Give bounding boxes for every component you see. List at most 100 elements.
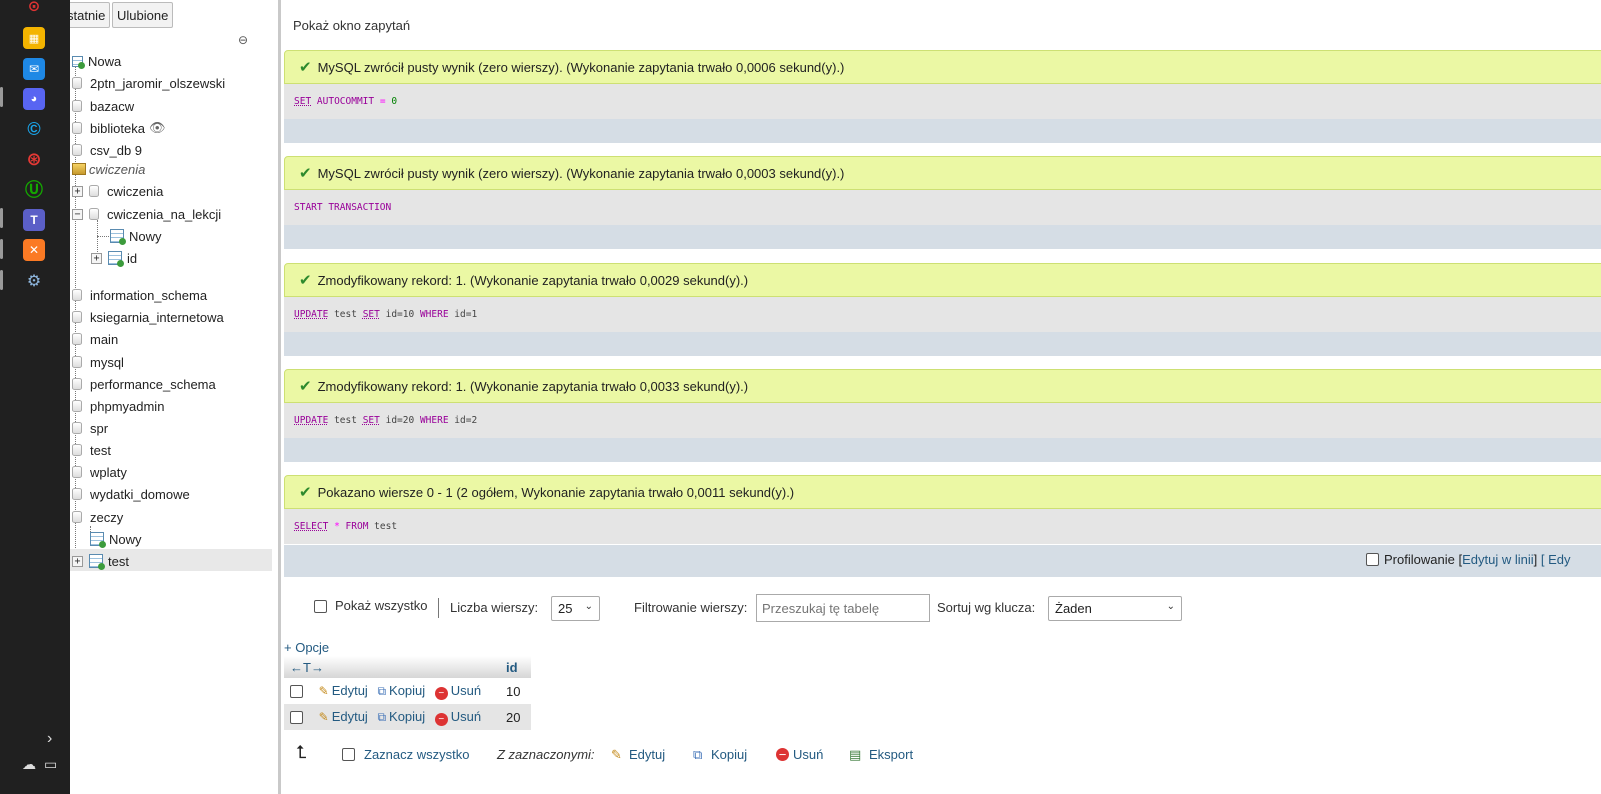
- column-header-id[interactable]: id: [500, 656, 531, 678]
- tree-item-database[interactable]: test: [72, 440, 111, 460]
- tree-item-database[interactable]: ksiegarnia_internetowa: [72, 307, 224, 327]
- edit-link[interactable]: [ Edy: [1541, 552, 1571, 567]
- chevron-right-icon[interactable]: ›: [47, 730, 52, 748]
- tree-item-table[interactable]: + id: [91, 248, 137, 268]
- app-red-circle-icon[interactable]: ⊙: [23, 0, 45, 17]
- tree-item-database[interactable]: zeczy: [72, 507, 123, 527]
- tree-item-database[interactable]: mysql: [72, 352, 124, 372]
- tree-item-new-table[interactable]: Nowy: [110, 226, 162, 246]
- options-link[interactable]: + Opcje: [284, 640, 329, 655]
- settings-red-icon[interactable]: ⊛: [23, 148, 45, 170]
- tree-item-database[interactable]: 2ptn_jaromir_olszewski: [72, 73, 225, 93]
- table-icon: [108, 251, 124, 267]
- tree-item-database[interactable]: csv_db 9: [72, 140, 142, 160]
- steam-icon[interactable]: ⚙: [23, 270, 45, 292]
- bulk-copy-link[interactable]: Kopiuj: [711, 747, 747, 762]
- expand-icon[interactable]: +: [72, 185, 83, 197]
- copy-icon[interactable]: ⧉: [693, 747, 702, 763]
- sql-keyword[interactable]: SET: [363, 415, 380, 426]
- tree-item-database[interactable]: biblioteka 👁: [72, 118, 165, 138]
- query-result: ✔ Zmodyfikowany rekord: 1. (Wykonanie za…: [284, 369, 1601, 462]
- show-query-window-link[interactable]: Pokaż okno zapytań: [293, 18, 410, 33]
- copy-icon[interactable]: ⧉: [377, 710, 386, 725]
- sql-keyword[interactable]: SET: [294, 96, 311, 107]
- tree-item-database[interactable]: wydatki_domowe: [72, 484, 190, 504]
- show-all-checkbox[interactable]: [314, 600, 327, 613]
- tree-item-database[interactable]: spr: [72, 418, 108, 438]
- export-icon[interactable]: ▤: [849, 747, 861, 763]
- upwork-icon[interactable]: Ⓤ: [23, 178, 45, 200]
- cell-id[interactable]: 20: [500, 704, 531, 730]
- pencil-icon[interactable]: ✎: [319, 710, 329, 724]
- delete-link[interactable]: Usuń: [451, 709, 481, 724]
- tree-item-table-selected[interactable]: + test: [72, 551, 129, 571]
- tree-item-new[interactable]: Nowa: [72, 51, 121, 71]
- eye-icon[interactable]: 👁: [149, 120, 166, 136]
- ccleaner-icon[interactable]: ©: [23, 118, 45, 140]
- expand-icon[interactable]: +: [72, 555, 83, 567]
- sql-keyword[interactable]: SELECT: [294, 521, 328, 532]
- link-with-main-icon[interactable]: ⊖: [238, 33, 254, 47]
- tab-favorites[interactable]: Ulubione: [112, 2, 174, 28]
- sql-query[interactable]: SET AUTOCOMMIT = 0: [284, 84, 1601, 119]
- profiling-label[interactable]: Profilowanie: [1384, 552, 1455, 567]
- database-icon: [72, 356, 82, 368]
- tree-item-database[interactable]: main: [72, 329, 118, 349]
- tree-item-database[interactable]: information_schema: [72, 285, 207, 305]
- copy-icon[interactable]: ⧉: [377, 684, 386, 699]
- column-arrows[interactable]: ←T→: [290, 660, 324, 675]
- expand-icon[interactable]: +: [91, 252, 102, 264]
- success-message: ✔ MySQL zwrócił pusty wynik (zero wiersz…: [284, 50, 1601, 84]
- profiling-checkbox[interactable]: [1366, 553, 1379, 566]
- collapse-icon[interactable]: −: [72, 208, 83, 220]
- pencil-icon[interactable]: ✎: [319, 684, 329, 698]
- tab-recent[interactable]: statnie: [70, 2, 111, 28]
- rows-select[interactable]: 25 ⌄: [551, 596, 600, 621]
- filter-input[interactable]: Przeszukaj tę tabelę: [756, 594, 930, 622]
- sort-select[interactable]: Żaden ⌄: [1048, 596, 1182, 621]
- sql-query[interactable]: UPDATE test SET id=20 WHERE id=2: [284, 403, 1601, 438]
- delete-link[interactable]: Usuń: [451, 683, 481, 698]
- bulk-export-link[interactable]: Eksport: [869, 747, 913, 762]
- edit-link[interactable]: Edytuj: [332, 709, 368, 724]
- tree-item-database[interactable]: performance_schema: [72, 374, 216, 394]
- network-error-icon[interactable]: ☁: [22, 756, 36, 773]
- edit-inline-link[interactable]: Edytuj w linii: [1462, 552, 1534, 567]
- store-icon[interactable]: ▦: [23, 27, 45, 49]
- tree-item-database[interactable]: bazacw: [72, 96, 134, 116]
- delete-icon[interactable]: −: [434, 712, 448, 726]
- mail-icon[interactable]: ✉: [23, 58, 45, 80]
- sql-keyword[interactable]: UPDATE: [294, 309, 328, 320]
- select-all-checkbox[interactable]: [342, 748, 355, 761]
- tree-item-database[interactable]: − cwiczenia_na_lekcji: [72, 204, 221, 224]
- sql-query[interactable]: SELECT * FROM test: [284, 509, 1601, 544]
- pencil-icon[interactable]: ✎: [611, 747, 622, 763]
- select-all-link[interactable]: Zaznacz wszystko: [364, 747, 469, 762]
- discord-icon[interactable]: ◕: [23, 88, 45, 110]
- delete-icon[interactable]: −: [434, 686, 448, 700]
- sql-keyword[interactable]: UPDATE: [294, 415, 328, 426]
- row-checkbox[interactable]: [290, 684, 303, 698]
- sql-keyword[interactable]: SET: [363, 309, 380, 320]
- delete-icon[interactable]: −: [776, 748, 789, 761]
- column-header-label[interactable]: id: [506, 660, 518, 675]
- xampp-icon[interactable]: ✕: [23, 239, 45, 261]
- sql-query[interactable]: UPDATE test SET id=10 WHERE id=1: [284, 297, 1601, 332]
- tree-item-database[interactable]: + cwiczenia: [72, 181, 163, 201]
- sql-query[interactable]: START TRANSACTION: [284, 190, 1601, 225]
- edit-link[interactable]: Edytuj: [332, 683, 368, 698]
- column-arrows-header[interactable]: ←T→: [284, 656, 500, 678]
- battery-icon[interactable]: ▭: [44, 756, 57, 773]
- row-checkbox[interactable]: [290, 710, 303, 724]
- teams-icon[interactable]: T: [23, 209, 45, 231]
- copy-link[interactable]: Kopiuj: [389, 709, 425, 724]
- copy-link[interactable]: Kopiuj: [389, 683, 425, 698]
- tree-item-new-table[interactable]: Nowy: [90, 529, 142, 549]
- show-all-label[interactable]: Pokaż wszystko: [335, 598, 427, 613]
- bulk-delete-link[interactable]: Usuń: [793, 747, 823, 762]
- tree-item-database[interactable]: phpmyadmin: [72, 396, 164, 416]
- tree-group-cwiczenia[interactable]: cwiczenia: [72, 159, 145, 179]
- tree-item-database[interactable]: wplaty: [72, 462, 127, 482]
- cell-id[interactable]: 10: [500, 678, 531, 704]
- bulk-edit-link[interactable]: Edytuj: [629, 747, 665, 762]
